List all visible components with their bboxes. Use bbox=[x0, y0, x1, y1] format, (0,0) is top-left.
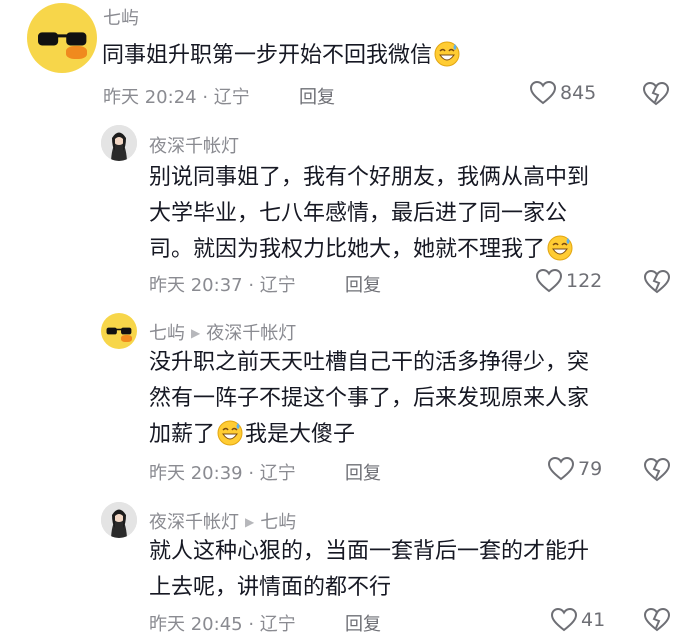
comment-text: 同事姐升职第一步开始不回我微信 bbox=[102, 38, 462, 74]
location: 辽宁 bbox=[259, 275, 296, 296]
avatar[interactable] bbox=[27, 3, 97, 73]
like-count: 122 bbox=[566, 270, 603, 292]
triangle-arrow-icon: ▶ bbox=[245, 515, 255, 529]
timestamp: 昨天 20:45 bbox=[149, 614, 243, 635]
heart-outline-icon bbox=[530, 81, 556, 105]
location: 辽宁 bbox=[259, 614, 296, 635]
timestamp: 昨天 20:39 bbox=[149, 463, 243, 484]
like-button[interactable]: 41 bbox=[551, 608, 605, 632]
grin-sweat-emoji bbox=[434, 41, 460, 67]
grin-sweat-emoji bbox=[547, 235, 573, 261]
comment-meta: 昨天 20:45 · 辽宁 bbox=[149, 614, 296, 635]
reply-button[interactable]: 回复 bbox=[299, 83, 335, 109]
location: 辽宁 bbox=[213, 87, 250, 108]
like-button[interactable]: 845 bbox=[530, 81, 596, 105]
avatar[interactable] bbox=[101, 313, 137, 349]
heart-outline-icon bbox=[551, 608, 577, 632]
avatar[interactable] bbox=[101, 125, 137, 161]
triangle-arrow-icon: ▶ bbox=[191, 326, 201, 340]
like-button[interactable]: 79 bbox=[548, 457, 602, 481]
grin-sweat-emoji bbox=[217, 420, 243, 446]
like-button[interactable]: 122 bbox=[536, 269, 602, 293]
broken-heart-icon[interactable] bbox=[642, 82, 670, 106]
username[interactable]: 夜深千帐灯 bbox=[149, 132, 239, 158]
broken-heart-icon[interactable] bbox=[643, 458, 671, 482]
reply-button[interactable]: 回复 bbox=[345, 610, 381, 636]
reply-button[interactable]: 回复 bbox=[345, 459, 381, 485]
like-count: 79 bbox=[578, 458, 603, 480]
location: 辽宁 bbox=[259, 463, 296, 484]
heart-outline-icon bbox=[548, 457, 574, 481]
comment-text: 就人这种心狠的，当面一套背后一套的才能升 上去呢，讲情面的都不行 bbox=[149, 539, 590, 600]
sunglasses-icon bbox=[37, 32, 87, 46]
girl-photo bbox=[101, 502, 137, 538]
comment-meta: 昨天 20:24 · 辽宁 bbox=[103, 87, 250, 108]
beak bbox=[120, 335, 132, 342]
timestamp: 昨天 20:37 bbox=[149, 275, 243, 296]
comment-text: 没升职之前天天吐槽自己干的活多挣得少，突 然有一阵子不提这个事了，后来发现原来人… bbox=[149, 350, 590, 447]
beak bbox=[65, 46, 87, 59]
girl-photo bbox=[101, 125, 137, 161]
username[interactable]: 七屿 bbox=[103, 4, 139, 30]
broken-heart-icon[interactable] bbox=[643, 608, 671, 632]
avatar[interactable] bbox=[101, 502, 137, 538]
comment-meta: 昨天 20:37 · 辽宁 bbox=[149, 275, 296, 296]
broken-heart-icon[interactable] bbox=[643, 270, 671, 294]
like-count: 845 bbox=[560, 82, 597, 104]
username[interactable]: 夜深千帐灯 ▶ 七屿 bbox=[149, 508, 296, 534]
heart-outline-icon bbox=[536, 269, 562, 293]
like-count: 41 bbox=[581, 609, 606, 631]
reply-button[interactable]: 回复 bbox=[345, 271, 381, 297]
reply-to-username: 七屿 bbox=[260, 512, 297, 533]
comment-meta: 昨天 20:39 · 辽宁 bbox=[149, 463, 296, 484]
reply-to-username: 夜深千帐灯 bbox=[206, 323, 297, 344]
timestamp: 昨天 20:24 bbox=[103, 87, 197, 108]
comment-text: 别说同事姐了，我有个好朋友，我俩从高中到 大学毕业，七八年感情，最后进了同一家公… bbox=[149, 165, 590, 262]
username[interactable]: 七屿 ▶ 夜深千帐灯 bbox=[149, 319, 296, 345]
